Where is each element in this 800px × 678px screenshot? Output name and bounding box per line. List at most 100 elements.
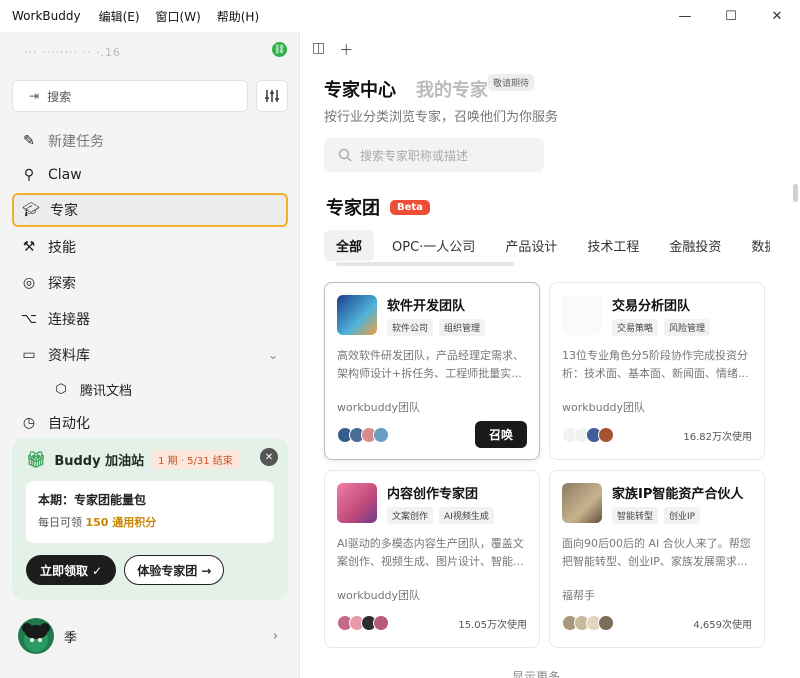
member-avatar — [373, 615, 389, 631]
sidebar-item-label: 新建任务 — [48, 134, 104, 150]
coming-soon-badge: 敬请期待 — [488, 74, 535, 91]
card-tag: 组织管理 — [439, 319, 486, 336]
tab-expert-center[interactable]: 专家中心 — [324, 76, 396, 102]
sidebar-item-tencent-docs[interactable]: ⬡ 腾讯文档 — [44, 372, 288, 406]
graduation-cap-icon: 🎓︎ — [22, 202, 40, 218]
tab-data[interactable]: 数据 — [739, 230, 770, 261]
tab-product-design[interactable]: 产品设计 — [493, 230, 569, 261]
filter-button[interactable] — [256, 80, 288, 112]
card-tag: 智能转型 — [612, 507, 659, 524]
header-tabs: 专家中心 我的专家 敬请期待 — [324, 74, 535, 102]
card-author: workbuddy团队 — [337, 401, 421, 414]
search-icon — [338, 148, 352, 162]
card-author: 福帮手 — [562, 589, 595, 602]
tab-finance[interactable]: 金融投资 — [657, 230, 733, 261]
summon-button[interactable]: 召唤 — [474, 421, 527, 448]
sidebar-item-label: 专家 — [50, 203, 78, 219]
sidebar-item-explore[interactable]: ◎ 探索 — [12, 266, 288, 300]
card-tag: 交易策略 — [612, 319, 659, 336]
expert-card[interactable]: 交易分析团队 交易策略 风险管理 13位专业角色分5阶段协作完成投资分析：技术面… — [549, 282, 765, 460]
title-bar: WorkBuddy 编辑(E) 窗口(W) 帮助(H) — ☐ ✕ — [0, 0, 800, 32]
main-toolbar: ◫ ＋ — [312, 40, 353, 60]
member-avatars — [337, 615, 389, 631]
group-title: 专家团 — [326, 198, 380, 219]
expert-card[interactable]: 内容创作专家团 文案创作 AI视频生成 AI驱动的多模态内容生产团队，覆盖文案创… — [324, 470, 540, 648]
pencil-icon: ✎ — [23, 133, 35, 149]
card-tags: 文案创作 AI视频生成 — [387, 507, 494, 524]
tab-all[interactable]: 全部 — [324, 230, 375, 261]
vertical-scrollbar[interactable] — [793, 184, 798, 202]
menu-help[interactable]: 帮助(H) — [217, 8, 259, 25]
sidebar-item-label: Claw — [48, 167, 82, 183]
card-description: 高效软件研发团队，产品经理定需求、架构师设计+拆任务、工程师批量实... — [337, 349, 524, 380]
account-label: ··· ········ ·· ·.16 — [24, 46, 121, 59]
tab-opc[interactable]: OPC·一人公司 — [380, 230, 487, 261]
card-description: 13位专业角色分5阶段协作完成投资分析：技术面、基本面、新闻面、情绪... — [562, 349, 749, 380]
chevron-right-icon[interactable]: › — [273, 629, 278, 644]
tab-engineering[interactable]: 技术工程 — [575, 230, 651, 261]
try-expert-team-button[interactable]: 体验专家团 → — [124, 555, 225, 585]
sidebar-item-skills[interactable]: ⚒ 技能 — [12, 230, 288, 264]
search-placeholder: 搜索专家职称或描述 — [360, 148, 469, 163]
plus-icon[interactable]: ＋ — [339, 40, 353, 60]
sidebar-item-claw[interactable]: ⚲ Claw — [12, 158, 288, 192]
sidebar-item-automation[interactable]: ◷ 自动化 — [12, 406, 288, 440]
card-title: 软件开发团队 — [387, 299, 466, 314]
sidebar-item-new-task[interactable]: ✎ 新建任务 — [12, 124, 288, 158]
minimize-button[interactable]: — — [662, 0, 708, 32]
card-title: 交易分析团队 — [612, 299, 691, 314]
app-title: WorkBuddy — [12, 9, 81, 23]
close-window-button[interactable]: ✕ — [754, 0, 800, 32]
tab-my-experts[interactable]: 我的专家 — [416, 76, 488, 102]
member-avatars — [562, 427, 614, 443]
gift-icon: 🎁︎ — [26, 450, 47, 469]
member-avatar — [373, 427, 389, 443]
card-description: 面向90后00后的 AI 合伙人来了。帮您把智能转型、创业IP、家族发展需求..… — [562, 537, 751, 568]
member-avatars — [337, 427, 389, 443]
expert-card[interactable]: 软件开发团队 软件公司 组织管理 高效软件研发团队，产品经理定需求、架构师设计+… — [324, 282, 540, 460]
horizontal-scrollbar[interactable] — [336, 262, 514, 266]
sidebar-search-placeholder: 搜索 — [47, 89, 72, 104]
card-title: 内容创作专家团 — [387, 487, 479, 502]
promo-box-prefix: 每日可领 — [38, 516, 86, 529]
chevron-down-icon[interactable]: ⌄ — [268, 348, 278, 362]
promo-card: 🎁︎ Buddy 加油站 1 期 · 5/31 结束 ✕ 本期：专家团能量包 每… — [12, 438, 288, 600]
maximize-button[interactable]: ☐ — [708, 0, 754, 32]
sidebar-item-label: 资料库 — [48, 348, 90, 364]
plug-icon: ⌥ — [20, 311, 38, 327]
card-author: workbuddy团队 — [337, 589, 421, 602]
sidebar: ··· ········ ·· ·.16 ⛓ ⇥ 搜索 ✎ 新建任务 ⚲ Cla… — [0, 32, 300, 678]
show-more-link[interactable]: 显示更多 ⌄ — [512, 668, 574, 678]
promo-title-row: 🎁︎ Buddy 加油站 1 期 · 5/31 结束 — [26, 450, 274, 469]
card-tag: 文案创作 — [387, 507, 434, 524]
card-thumbnail — [337, 295, 377, 335]
sidebar-item-connectors[interactable]: ⌥ 连接器 — [12, 302, 288, 336]
sidebar-item-library[interactable]: ▭ 资料库 ⌄ — [12, 338, 288, 372]
cube-icon: ⬡ — [55, 381, 67, 397]
link-status-icon[interactable]: ⛓ — [272, 42, 287, 57]
card-tags: 软件公司 组织管理 — [387, 319, 486, 336]
card-tag: AI视频生成 — [439, 507, 494, 524]
sidebar-item-label: 连接器 — [48, 312, 90, 328]
sidebar-item-experts[interactable]: 🎓︎ 专家 — [12, 193, 288, 227]
page-subtitle: 按行业分类浏览专家，召唤他们为你服务 — [324, 110, 559, 125]
card-tag: 创业IP — [664, 507, 701, 524]
user-profile[interactable]: 季 › — [18, 616, 288, 656]
main-content: ◫ ＋ 专家中心 我的专家 敬请期待 按行业分类浏览专家，召唤他们为你服务 搜索… — [300, 32, 800, 678]
menu-window[interactable]: 窗口(W) — [156, 8, 201, 25]
card-description: AI驱动的多模态内容生产团队，覆盖文案创作、视频生成、图片设计、智能... — [337, 537, 524, 568]
beta-badge: Beta — [390, 199, 430, 215]
member-avatars — [562, 615, 614, 631]
card-tags: 智能转型 创业IP — [612, 507, 701, 524]
menu-edit[interactable]: 编辑(E) — [99, 8, 140, 25]
card-tag: 风险管理 — [664, 319, 711, 336]
collapse-sidebar-icon[interactable]: ◫ — [312, 40, 325, 60]
close-icon[interactable]: ✕ — [260, 448, 278, 466]
claim-button[interactable]: 立即领取 ✓ — [26, 555, 117, 585]
expert-search-input[interactable]: 搜索专家职称或描述 — [324, 138, 544, 172]
expert-card[interactable]: 家族IP智能资产合伙人 智能转型 创业IP 面向90后00后的 AI 合伙人来了… — [549, 470, 765, 648]
member-avatar — [598, 615, 614, 631]
sidebar-search-input[interactable]: ⇥ 搜索 — [12, 80, 248, 112]
promo-info-box: 本期：专家团能量包 每日可领 150 通用积分 — [26, 481, 274, 543]
member-avatar — [598, 427, 614, 443]
